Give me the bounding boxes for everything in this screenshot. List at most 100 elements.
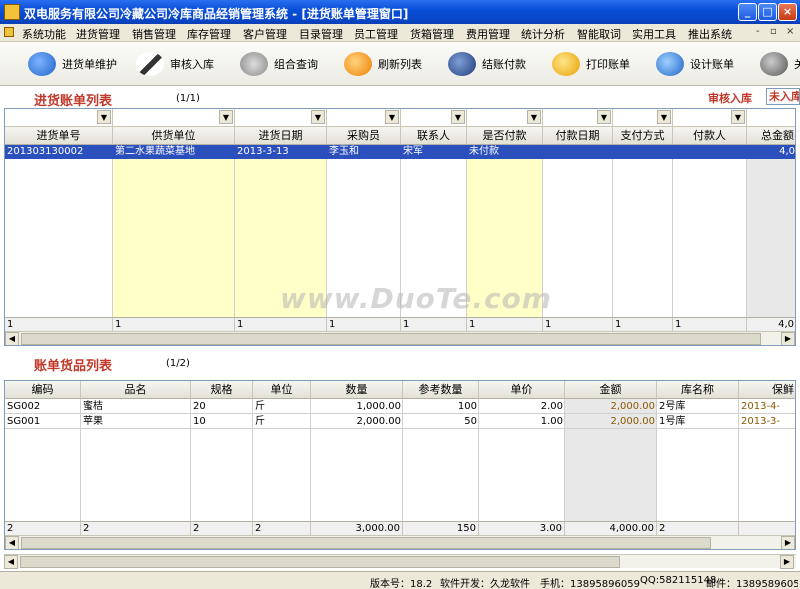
col-contact[interactable]: 联系人 (401, 127, 467, 145)
table-row[interactable]: SG002 蜜桔 20 斤 1,000.00 100 2.00 2,000.00… (5, 400, 795, 414)
filter-pay-date[interactable]: ▼ (543, 109, 613, 127)
col-unit[interactable]: 单位 (253, 381, 311, 399)
status-bar: 版本号：18.2 软件开发：久龙软件 手机：13895896059 QQ:582… (0, 571, 800, 589)
col-code[interactable]: 编码 (5, 381, 81, 399)
sum-date: 1 (235, 317, 327, 331)
scroll-left-icon[interactable]: ◀ (4, 555, 18, 569)
filter-payer[interactable]: ▼ (673, 109, 747, 127)
mdi-icon (4, 27, 14, 37)
menu-inventory[interactable]: 库存管理 (187, 26, 231, 42)
col-amount[interactable]: 金额 (565, 381, 657, 399)
menu-sales[interactable]: 销售管理 (132, 26, 176, 42)
mdi-close-button[interactable]: × (786, 26, 794, 37)
audit-stock-in-button[interactable]: 审核入库 (136, 50, 214, 78)
table-row[interactable]: SG001 苹果 10 斤 2,000.00 50 1.00 2,000.00 … (5, 415, 795, 429)
mdi-minimize-button[interactable]: - (756, 26, 760, 37)
items-hscrollbar[interactable]: ◀ ▶ (5, 535, 795, 549)
col-date[interactable]: 进货日期 (235, 127, 327, 145)
close-window-button[interactable]: 关 (760, 50, 800, 78)
status-version: 版本号：18.2 (370, 579, 433, 589)
menu-system[interactable]: 系统功能 (22, 26, 66, 42)
col-pay-method[interactable]: 支付方式 (613, 127, 673, 145)
col-supplier[interactable]: 供货单位 (113, 127, 235, 145)
scroll-left-icon[interactable]: ◀ (5, 332, 19, 345)
menu-tools[interactable]: 实用工具 (632, 26, 676, 42)
filter-buyer[interactable]: ▼ (327, 109, 401, 127)
filter-bill-no[interactable]: ▼ (5, 109, 113, 127)
col-buyer[interactable]: 采购员 (327, 127, 401, 145)
menu-catalog[interactable]: 目录管理 (299, 26, 343, 42)
minimize-button[interactable]: _ (738, 3, 757, 21)
menu-smart-lookup[interactable]: 智能取词 (577, 26, 621, 42)
cell-quantity: 1,000.00 (356, 401, 401, 412)
sum-supplier: 1 (113, 317, 235, 331)
audit-label: 审核入库 (708, 92, 752, 105)
col-paid[interactable]: 是否付款 (467, 127, 543, 145)
cell-ref-quantity: 100 (457, 401, 477, 412)
audit-filter-select[interactable]: 未入库 (766, 88, 800, 105)
cell-code: SG001 (7, 416, 41, 427)
filter-paid[interactable]: ▼ (467, 109, 543, 127)
mdi-restore-button[interactable]: ▫ (770, 26, 777, 37)
menu-staff[interactable]: 员工管理 (354, 26, 398, 42)
maximize-button[interactable]: □ (758, 3, 777, 21)
sum-unit: 2 (253, 521, 311, 535)
cell-supplier: 第二水果蔬菜基地 (115, 146, 195, 157)
combined-query-button[interactable]: 组合查询 (240, 50, 318, 78)
refresh-list-button[interactable]: 刷新列表 (344, 50, 422, 78)
bill-maintain-button[interactable]: 进货单维护 (28, 50, 117, 78)
watermark: www.DuoTe.com (280, 282, 552, 315)
cell-amount: 2,000.00 (610, 401, 655, 412)
cell-paid: 未付款 (469, 146, 499, 157)
scroll-thumb[interactable] (20, 556, 620, 568)
sum-warehouse: 2 (657, 521, 739, 535)
col-payer[interactable]: 付款人 (673, 127, 747, 145)
scroll-right-icon[interactable]: ▶ (780, 555, 794, 569)
bills-hscrollbar[interactable]: ◀ ▶ (5, 331, 795, 345)
sum-spec: 2 (191, 521, 253, 535)
scroll-right-icon[interactable]: ▶ (781, 536, 795, 549)
close-button[interactable]: × (778, 3, 797, 21)
filter-contact[interactable]: ▼ (401, 109, 467, 127)
cell-date: 2013-3-13 (237, 146, 289, 157)
col-quantity[interactable]: 数量 (311, 381, 403, 399)
bills-header: 进货账单列表 (1/1) 审核入库 未入库 (4, 88, 800, 109)
col-name[interactable]: 品名 (81, 381, 191, 399)
menu-purchase[interactable]: 进货管理 (76, 26, 120, 42)
chevron-down-icon: ▼ (597, 110, 611, 124)
window-hscrollbar[interactable]: ◀ ▶ (4, 554, 796, 569)
design-bill-button[interactable]: 设计账单 (656, 50, 734, 78)
col-bill-no[interactable]: 进货单号 (5, 127, 113, 145)
col-total[interactable]: 总金额 (747, 127, 795, 145)
col-ref-quantity[interactable]: 参考数量 (403, 381, 479, 399)
menu-expenses[interactable]: 费用管理 (466, 26, 510, 42)
sum-name: 2 (81, 521, 191, 535)
scroll-thumb[interactable] (21, 333, 761, 345)
col-warehouse[interactable]: 库名称 (657, 381, 739, 399)
filter-supplier[interactable]: ▼ (113, 109, 235, 127)
col-body (613, 145, 673, 317)
col-unit-price[interactable]: 单价 (479, 381, 565, 399)
sum-pay-method: 1 (613, 317, 673, 331)
menu-boxes[interactable]: 货箱管理 (410, 26, 454, 42)
cell-code: SG002 (7, 401, 41, 412)
print-bill-button[interactable]: 打印账单 (552, 50, 630, 78)
filter-date[interactable]: ▼ (235, 109, 327, 127)
refresh-icon (344, 52, 372, 76)
col-fresh-date[interactable]: 保鲜 (739, 381, 795, 399)
col-spec[interactable]: 规格 (191, 381, 253, 399)
chevron-down-icon: ▼ (451, 110, 465, 124)
cell-warehouse: 1号库 (659, 416, 686, 427)
settle-payment-button[interactable]: 结账付款 (448, 50, 526, 78)
menu-customers[interactable]: 客户管理 (243, 26, 287, 42)
design-icon (656, 52, 684, 76)
filter-pay-method[interactable]: ▼ (613, 109, 673, 127)
scroll-right-icon[interactable]: ▶ (781, 332, 795, 345)
scroll-left-icon[interactable]: ◀ (5, 536, 19, 549)
table-row[interactable]: 201303130002 第二水果蔬菜基地 2013-3-13 李玉和 宋军 未… (5, 145, 795, 159)
menu-exit[interactable]: 推出系统 (688, 26, 732, 42)
status-qq: QQ:582115148 (640, 575, 717, 586)
scroll-thumb[interactable] (21, 537, 711, 549)
menu-statistics[interactable]: 统计分析 (521, 26, 565, 42)
col-pay-date[interactable]: 付款日期 (543, 127, 613, 145)
